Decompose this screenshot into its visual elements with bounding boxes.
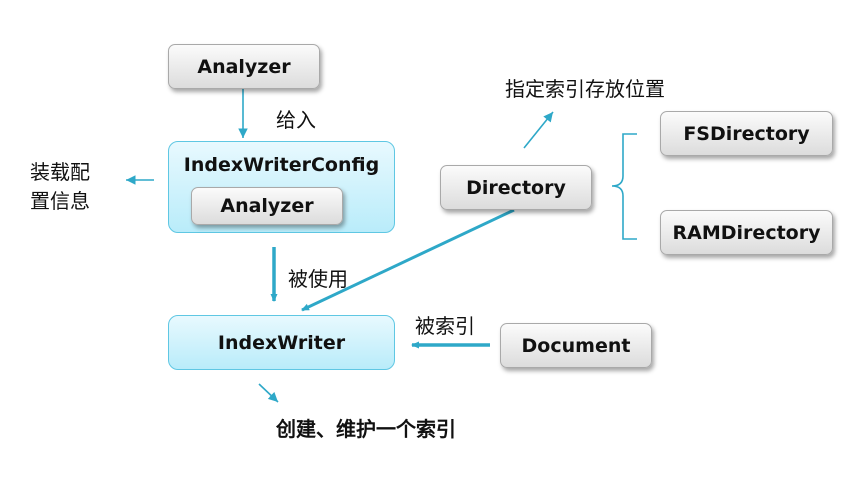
fs-directory-box: FSDirectory xyxy=(660,111,833,156)
index-writer-box: IndexWriter xyxy=(168,315,395,370)
analyzer-box: Analyzer xyxy=(168,44,320,89)
label-config-info-line1: 装载配 xyxy=(30,160,90,184)
directory-box: Directory xyxy=(440,165,592,210)
label-give-in: 给入 xyxy=(276,108,316,132)
document-box: Document xyxy=(500,323,652,368)
index-writer-config-title: IndexWriterConfig xyxy=(183,154,380,176)
brace-directory-subtypes xyxy=(611,133,637,240)
arrow-indexwriter-to-create xyxy=(258,383,279,403)
label-used-by: 被使用 xyxy=(288,267,348,291)
arrow-directory-to-location xyxy=(523,111,554,149)
diagram-canvas: Analyzer IndexWriterConfig Analyzer Dire… xyxy=(0,0,862,479)
analyzer-inner-box: Analyzer xyxy=(191,187,343,225)
label-config-info-line2: 置信息 xyxy=(30,189,90,213)
label-indexed-by: 被索引 xyxy=(415,314,475,338)
ram-directory-box: RAMDirectory xyxy=(660,210,833,255)
label-create-maintain: 创建、维护一个索引 xyxy=(276,417,456,441)
label-specify-location: 指定索引存放位置 xyxy=(505,77,665,101)
